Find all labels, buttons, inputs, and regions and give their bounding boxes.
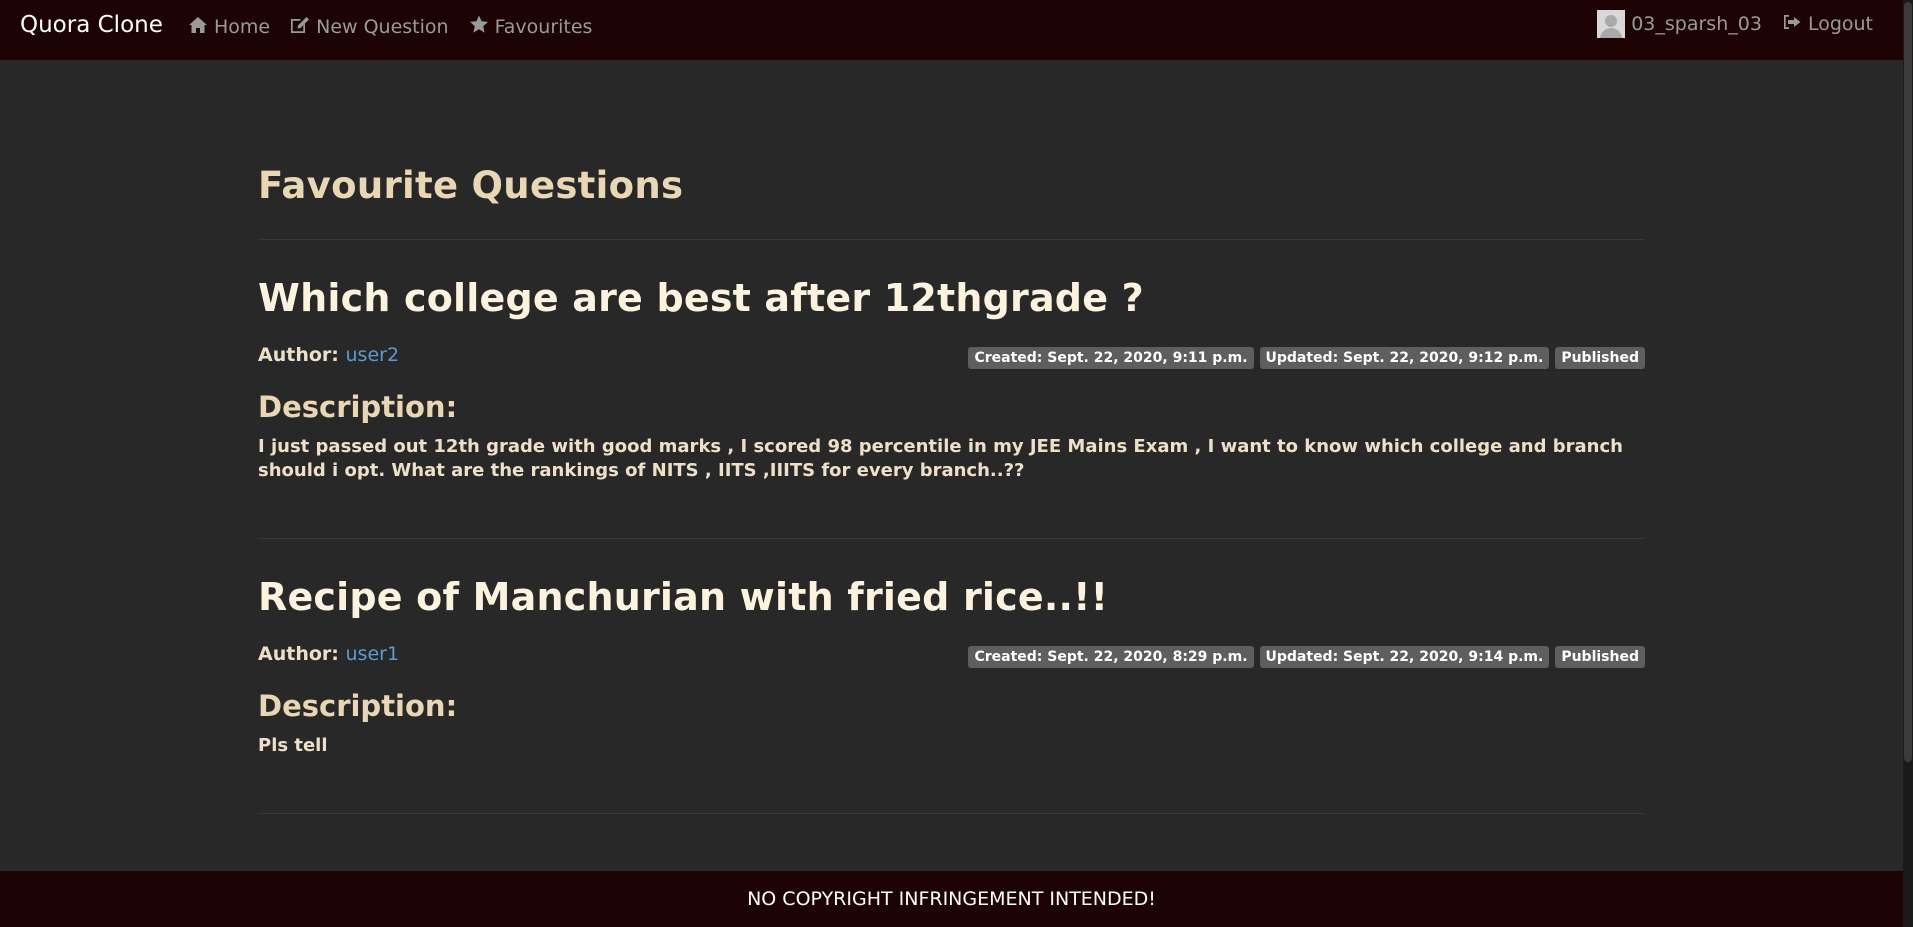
divider	[258, 813, 1645, 814]
footer-text: NO COPYRIGHT INFRINGEMENT INTENDED!	[747, 888, 1156, 910]
question-title[interactable]: Which college are best after 12thgrade ?	[258, 276, 1645, 320]
question-title[interactable]: Recipe of Manchurian with fried rice..!!	[258, 575, 1645, 619]
author-label: Author:	[258, 643, 339, 665]
updated-badge: Updated: Sept. 22, 2020, 9:14 p.m.	[1259, 646, 1550, 668]
status-badge: Published	[1555, 646, 1645, 668]
nav-home-link[interactable]: Home	[188, 15, 270, 39]
badge-group: Created: Sept. 22, 2020, 9:11 p.m. Updat…	[968, 347, 1645, 369]
author-info: Author: user2	[258, 344, 399, 366]
nav-links: Home New Question Favourites	[188, 15, 592, 39]
star-icon	[469, 15, 489, 39]
status-badge: Published	[1555, 347, 1645, 369]
logout-link[interactable]: Logout	[1782, 13, 1873, 36]
nav-user-area: 03_sparsh_03 Logout	[1597, 10, 1873, 38]
avatar	[1597, 10, 1626, 38]
description-heading: Description:	[258, 689, 458, 723]
user-profile-link[interactable]: 03_sparsh_03	[1597, 10, 1762, 38]
page: Quora Clone Home New Question Favourites	[0, 0, 1913, 927]
created-badge: Created: Sept. 22, 2020, 8:29 p.m.	[968, 646, 1254, 668]
footer: NO COPYRIGHT INFRINGEMENT INTENDED!	[0, 871, 1903, 927]
nav-new-question-label: New Question	[316, 16, 449, 38]
question-card: Recipe of Manchurian with fried rice..!!…	[258, 539, 1645, 813]
main-content: Favourite Questions Which college are be…	[258, 60, 1645, 814]
navbar: Quora Clone Home New Question Favourites	[0, 0, 1903, 60]
scrollbar-thumb[interactable]	[1904, 2, 1912, 762]
scrollbar[interactable]	[1903, 0, 1913, 927]
question-meta: Author: user2 Created: Sept. 22, 2020, 9…	[258, 344, 1645, 370]
logout-icon	[1782, 13, 1802, 36]
created-badge: Created: Sept. 22, 2020, 9:11 p.m.	[968, 347, 1254, 369]
nav-home-label: Home	[214, 16, 271, 38]
nav-new-question-link[interactable]: New Question	[290, 15, 449, 39]
nav-favourites-label: Favourites	[494, 16, 593, 38]
description-text: Pls tell	[258, 735, 328, 756]
home-icon	[188, 16, 208, 39]
nav-favourites-link[interactable]: Favourites	[469, 15, 593, 39]
edit-icon	[290, 16, 310, 39]
updated-badge: Updated: Sept. 22, 2020, 9:12 p.m.	[1259, 347, 1550, 369]
question-card: Which college are best after 12thgrade ?…	[258, 240, 1645, 538]
badge-group: Created: Sept. 22, 2020, 8:29 p.m. Updat…	[968, 646, 1645, 668]
author-link[interactable]: user2	[346, 344, 400, 366]
author-link[interactable]: user1	[346, 643, 400, 665]
author-info: Author: user1	[258, 643, 399, 665]
author-label: Author:	[258, 344, 339, 366]
page-title: Favourite Questions	[258, 164, 684, 207]
username-label: 03_sparsh_03	[1631, 13, 1762, 35]
description-heading: Description:	[258, 390, 458, 424]
description-text: I just passed out 12th grade with good m…	[258, 436, 1623, 481]
question-meta: Author: user1 Created: Sept. 22, 2020, 8…	[258, 643, 1645, 669]
logout-label: Logout	[1807, 13, 1873, 35]
brand-link[interactable]: Quora Clone	[20, 12, 163, 38]
